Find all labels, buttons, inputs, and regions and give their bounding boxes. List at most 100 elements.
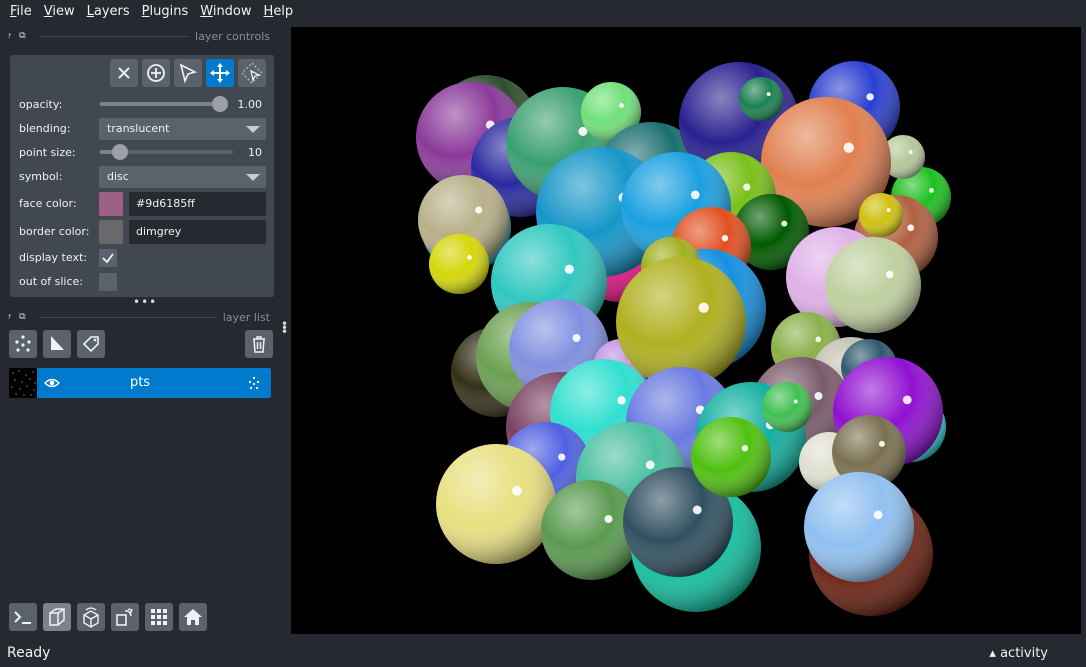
console-icon bbox=[14, 611, 31, 624]
sphere-highlight bbox=[902, 395, 912, 405]
menu-plugins[interactable]: Plugins bbox=[136, 1, 195, 23]
sphere-highlight bbox=[766, 92, 771, 97]
float-icon[interactable]: ⭎ bbox=[8, 31, 11, 41]
sphere-highlight bbox=[604, 515, 613, 523]
chevron-down-icon bbox=[246, 126, 260, 133]
point-size-label: point size: bbox=[19, 146, 76, 159]
ndisplay-button[interactable] bbox=[43, 603, 71, 631]
menu-window[interactable]: Window bbox=[194, 1, 257, 23]
sphere-highlight bbox=[866, 93, 874, 101]
point-size-value: 10 bbox=[248, 146, 262, 159]
delete-layer-button[interactable] bbox=[245, 330, 273, 358]
layer-row-pts[interactable]: pts bbox=[9, 368, 271, 398]
float-icon[interactable]: ⭎ bbox=[8, 312, 11, 322]
points-3d-render bbox=[416, 61, 951, 616]
status-text: Ready bbox=[7, 645, 51, 661]
add-points-button[interactable] bbox=[142, 59, 170, 87]
border-color-swatch[interactable] bbox=[99, 220, 123, 244]
opacity-slider[interactable] bbox=[100, 96, 228, 112]
transform-button[interactable] bbox=[238, 59, 266, 87]
close-dock-icon[interactable]: ⧉ bbox=[19, 312, 25, 322]
blending-combobox[interactable]: translucent bbox=[99, 118, 266, 140]
sphere-highlight bbox=[617, 396, 626, 405]
menu-view[interactable]: View bbox=[38, 1, 81, 23]
new-points-layer-button[interactable] bbox=[9, 330, 37, 358]
select-icon bbox=[179, 63, 198, 84]
symbol-value: disc bbox=[107, 170, 129, 183]
sphere-highlight bbox=[564, 264, 574, 274]
add-point-icon bbox=[147, 64, 165, 82]
face-color-field[interactable]: #9d6185ff bbox=[129, 192, 266, 216]
console-button[interactable] bbox=[9, 603, 37, 631]
sphere-highlight bbox=[572, 334, 581, 342]
symbol-combobox[interactable]: disc bbox=[99, 166, 266, 188]
face-color-value: #9d6185ff bbox=[136, 197, 195, 210]
close-icon bbox=[118, 67, 130, 79]
opacity-value: 1.00 bbox=[237, 98, 263, 111]
transpose-icon bbox=[116, 608, 134, 626]
sphere-shading bbox=[859, 193, 903, 237]
sphere-highlight bbox=[743, 183, 751, 191]
menu-file[interactable]: File bbox=[4, 1, 38, 23]
sphere-highlight bbox=[886, 208, 891, 213]
new-shapes-layer-button[interactable] bbox=[43, 330, 71, 358]
roll-icon bbox=[83, 607, 99, 628]
display-text-checkbox[interactable] bbox=[99, 249, 117, 267]
border-color-label: border color: bbox=[19, 225, 90, 238]
select-points-button[interactable] bbox=[174, 59, 202, 87]
pan-zoom-icon bbox=[210, 63, 230, 83]
menu-help[interactable]: Help bbox=[258, 1, 300, 23]
face-color-swatch[interactable] bbox=[99, 192, 123, 216]
new-points-icon bbox=[15, 335, 31, 352]
out-of-slice-checkbox[interactable] bbox=[99, 273, 117, 291]
point-size-slider-handle[interactable] bbox=[112, 144, 128, 160]
sphere-shading bbox=[804, 472, 914, 582]
sphere-highlight bbox=[885, 270, 894, 279]
menu-layers[interactable]: Layers bbox=[81, 1, 136, 23]
new-labels-icon bbox=[82, 336, 99, 353]
sphere-highlight bbox=[793, 399, 798, 404]
delete-icon bbox=[253, 336, 265, 353]
menu-bar: File View Layers Plugins Window Help bbox=[0, 0, 1086, 24]
viewer-canvas[interactable] bbox=[291, 27, 1081, 634]
point-size-slider[interactable] bbox=[100, 144, 233, 160]
dock-menu-handle[interactable]: • • • bbox=[281, 318, 288, 338]
sphere-highlight bbox=[873, 510, 883, 520]
layer-controls-header: ⭎ ⧉ layer controls bbox=[8, 28, 270, 44]
sphere-highlight bbox=[467, 255, 472, 260]
layer-controls-panel: opacity: 1.00 blending: translucent poin… bbox=[10, 55, 274, 297]
sphere-shading bbox=[825, 237, 921, 333]
blending-label: blending: bbox=[19, 122, 71, 135]
sphere-highlight bbox=[721, 235, 729, 242]
transform-icon bbox=[241, 62, 263, 84]
border-color-field[interactable]: dimgrey bbox=[129, 220, 266, 244]
sphere-highlight bbox=[690, 190, 700, 200]
grid-view-button[interactable] bbox=[145, 603, 173, 631]
display-text-label: display text: bbox=[19, 251, 87, 264]
home-button[interactable] bbox=[179, 603, 207, 631]
grid-icon bbox=[151, 609, 167, 625]
layer-list-title: layer list bbox=[222, 310, 270, 324]
face-color-label: face color: bbox=[19, 197, 77, 210]
splitter-handle[interactable]: ••• bbox=[133, 296, 157, 308]
sphere-highlight bbox=[878, 440, 885, 447]
border-color-value: dimgrey bbox=[136, 225, 182, 238]
header-divider bbox=[39, 316, 217, 318]
new-labels-layer-button[interactable] bbox=[77, 330, 105, 358]
close-dock-icon[interactable]: ⧉ bbox=[19, 31, 25, 41]
sphere-highlight bbox=[475, 206, 483, 214]
layer-name[interactable]: pts bbox=[9, 375, 271, 390]
activity-button[interactable]: ▴ activity bbox=[989, 646, 1048, 661]
status-bar: Ready ▴ activity bbox=[0, 641, 1086, 667]
ndisplay-icon bbox=[49, 608, 65, 626]
sphere-shading bbox=[429, 234, 489, 294]
opacity-label: opacity: bbox=[19, 98, 63, 111]
roll-dimensions-button[interactable] bbox=[77, 603, 105, 631]
delete-points-button[interactable] bbox=[110, 59, 138, 87]
opacity-slider-fill bbox=[100, 102, 220, 106]
sphere-highlight bbox=[929, 188, 934, 193]
sphere-shading bbox=[436, 444, 556, 564]
pan-zoom-button[interactable] bbox=[206, 59, 234, 87]
sphere-shading bbox=[691, 417, 771, 497]
transpose-button[interactable] bbox=[111, 603, 139, 631]
